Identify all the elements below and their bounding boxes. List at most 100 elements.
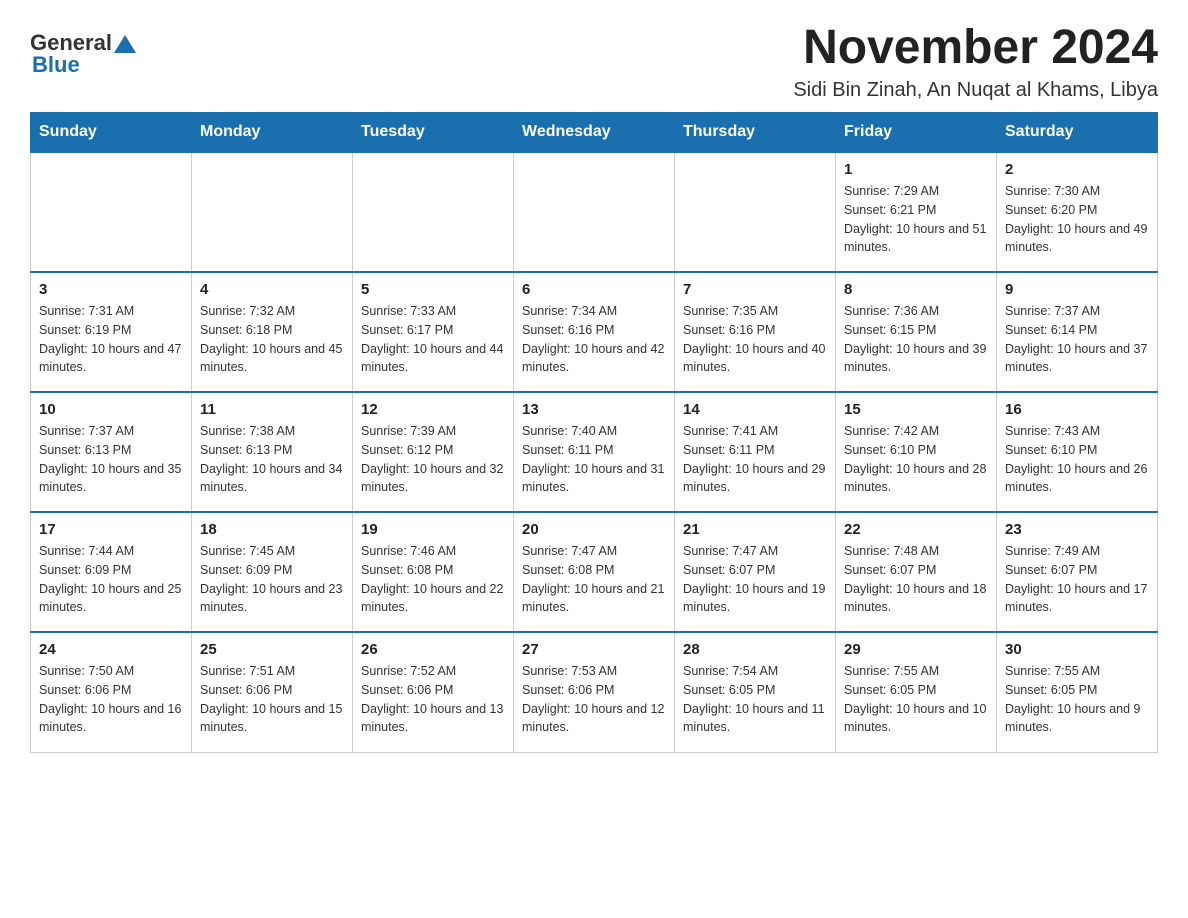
- logo-triangle-icon: [114, 33, 136, 55]
- day-number: 2: [1005, 161, 1149, 178]
- calendar-cell: 6 Sunrise: 7:34 AM Sunset: 6:16 PM Daylig…: [514, 272, 675, 392]
- day-info: Sunrise: 7:45 AM Sunset: 6:09 PM Dayligh…: [200, 542, 344, 617]
- calendar-cell: 11 Sunrise: 7:38 AM Sunset: 6:13 PM Dayli…: [192, 392, 353, 512]
- day-info: Sunrise: 7:42 AM Sunset: 6:10 PM Dayligh…: [844, 422, 988, 497]
- calendar-week-row: 17 Sunrise: 7:44 AM Sunset: 6:09 PM Dayli…: [31, 512, 1158, 632]
- calendar-cell: 15 Sunrise: 7:42 AM Sunset: 6:10 PM Dayli…: [836, 392, 997, 512]
- calendar-week-row: 10 Sunrise: 7:37 AM Sunset: 6:13 PM Dayli…: [31, 392, 1158, 512]
- day-info: Sunrise: 7:47 AM Sunset: 6:07 PM Dayligh…: [683, 542, 827, 617]
- day-number: 6: [522, 281, 666, 298]
- day-number: 8: [844, 281, 988, 298]
- day-info: Sunrise: 7:41 AM Sunset: 6:11 PM Dayligh…: [683, 422, 827, 497]
- logo: General Blue: [30, 30, 136, 78]
- day-number: 25: [200, 641, 344, 658]
- day-info: Sunrise: 7:47 AM Sunset: 6:08 PM Dayligh…: [522, 542, 666, 617]
- calendar-cell: 18Sunrise: 7:45 AM Sunset: 6:09 PM Dayli…: [192, 512, 353, 632]
- calendar-cell: 19 Sunrise: 7:46 AM Sunset: 6:08 PM Dayli…: [353, 512, 514, 632]
- day-info: Sunrise: 7:32 AM Sunset: 6:18 PM Dayligh…: [200, 302, 344, 377]
- day-info: Sunrise: 7:54 AM Sunset: 6:05 PM Dayligh…: [683, 662, 827, 737]
- day-info: Sunrise: 7:30 AM Sunset: 6:20 PM Dayligh…: [1005, 182, 1149, 257]
- day-info: Sunrise: 7:44 AM Sunset: 6:09 PM Dayligh…: [39, 542, 183, 617]
- day-info: Sunrise: 7:46 AM Sunset: 6:08 PM Dayligh…: [361, 542, 505, 617]
- day-info: Sunrise: 7:55 AM Sunset: 6:05 PM Dayligh…: [844, 662, 988, 737]
- day-number: 20: [522, 521, 666, 538]
- calendar-cell: [192, 152, 353, 272]
- day-info: Sunrise: 7:40 AM Sunset: 6:11 PM Dayligh…: [522, 422, 666, 497]
- calendar-cell: 22Sunrise: 7:48 AM Sunset: 6:07 PM Dayli…: [836, 512, 997, 632]
- calendar-cell: 1 Sunrise: 7:29 AM Sunset: 6:21 PM Daylig…: [836, 152, 997, 272]
- calendar-cell: 8 Sunrise: 7:36 AM Sunset: 6:15 PM Daylig…: [836, 272, 997, 392]
- calendar-cell: 28 Sunrise: 7:54 AM Sunset: 6:05 PM Dayli…: [675, 632, 836, 752]
- day-number: 14: [683, 401, 827, 418]
- calendar-cell: 23Sunrise: 7:49 AM Sunset: 6:07 PM Dayli…: [997, 512, 1158, 632]
- calendar-cell: 3 Sunrise: 7:31 AM Sunset: 6:19 PM Daylig…: [31, 272, 192, 392]
- day-info: Sunrise: 7:29 AM Sunset: 6:21 PM Dayligh…: [844, 182, 988, 257]
- weekday-header-saturday: Saturday: [997, 113, 1158, 153]
- month-title: November 2024: [793, 20, 1158, 75]
- calendar-cell: 10 Sunrise: 7:37 AM Sunset: 6:13 PM Dayli…: [31, 392, 192, 512]
- day-info: Sunrise: 7:34 AM Sunset: 6:16 PM Dayligh…: [522, 302, 666, 377]
- day-info: Sunrise: 7:39 AM Sunset: 6:12 PM Dayligh…: [361, 422, 505, 497]
- day-info: Sunrise: 7:37 AM Sunset: 6:13 PM Dayligh…: [39, 422, 183, 497]
- weekday-header-thursday: Thursday: [675, 113, 836, 153]
- title-block: November 2024 Sidi Bin Zinah, An Nuqat a…: [793, 20, 1158, 102]
- calendar-cell: 5 Sunrise: 7:33 AM Sunset: 6:17 PM Daylig…: [353, 272, 514, 392]
- day-number: 11: [200, 401, 344, 418]
- day-number: 5: [361, 281, 505, 298]
- day-info: Sunrise: 7:37 AM Sunset: 6:14 PM Dayligh…: [1005, 302, 1149, 377]
- calendar-cell: [675, 152, 836, 272]
- day-number: 10: [39, 401, 183, 418]
- calendar-cell: 27 Sunrise: 7:53 AM Sunset: 6:06 PM Dayli…: [514, 632, 675, 752]
- day-info: Sunrise: 7:49 AM Sunset: 6:07 PM Dayligh…: [1005, 542, 1149, 617]
- location-subtitle: Sidi Bin Zinah, An Nuqat al Khams, Libya: [793, 79, 1158, 102]
- calendar-table: SundayMondayTuesdayWednesdayThursdayFrid…: [30, 112, 1158, 753]
- logo-blue-text: Blue: [32, 52, 80, 78]
- day-number: 16: [1005, 401, 1149, 418]
- day-number: 17: [39, 521, 183, 538]
- calendar-cell: [31, 152, 192, 272]
- calendar-cell: 26Sunrise: 7:52 AM Sunset: 6:06 PM Dayli…: [353, 632, 514, 752]
- day-info: Sunrise: 7:38 AM Sunset: 6:13 PM Dayligh…: [200, 422, 344, 497]
- weekday-header-wednesday: Wednesday: [514, 113, 675, 153]
- day-number: 15: [844, 401, 988, 418]
- calendar-cell: 14 Sunrise: 7:41 AM Sunset: 6:11 PM Dayli…: [675, 392, 836, 512]
- day-number: 27: [522, 641, 666, 658]
- calendar-cell: 24Sunrise: 7:50 AM Sunset: 6:06 PM Dayli…: [31, 632, 192, 752]
- calendar-cell: 20 Sunrise: 7:47 AM Sunset: 6:08 PM Dayli…: [514, 512, 675, 632]
- day-info: Sunrise: 7:35 AM Sunset: 6:16 PM Dayligh…: [683, 302, 827, 377]
- calendar-cell: [514, 152, 675, 272]
- day-info: Sunrise: 7:36 AM Sunset: 6:15 PM Dayligh…: [844, 302, 988, 377]
- calendar-cell: 13Sunrise: 7:40 AM Sunset: 6:11 PM Dayli…: [514, 392, 675, 512]
- calendar-cell: 12 Sunrise: 7:39 AM Sunset: 6:12 PM Dayli…: [353, 392, 514, 512]
- day-number: 29: [844, 641, 988, 658]
- day-number: 3: [39, 281, 183, 298]
- day-info: Sunrise: 7:50 AM Sunset: 6:06 PM Dayligh…: [39, 662, 183, 737]
- day-number: 28: [683, 641, 827, 658]
- calendar-week-row: 24Sunrise: 7:50 AM Sunset: 6:06 PM Dayli…: [31, 632, 1158, 752]
- day-number: 12: [361, 401, 505, 418]
- calendar-cell: 29 Sunrise: 7:55 AM Sunset: 6:05 PM Dayli…: [836, 632, 997, 752]
- day-info: Sunrise: 7:55 AM Sunset: 6:05 PM Dayligh…: [1005, 662, 1149, 737]
- day-number: 26: [361, 641, 505, 658]
- day-number: 4: [200, 281, 344, 298]
- day-info: Sunrise: 7:33 AM Sunset: 6:17 PM Dayligh…: [361, 302, 505, 377]
- day-number: 22: [844, 521, 988, 538]
- calendar-cell: 9 Sunrise: 7:37 AM Sunset: 6:14 PM Daylig…: [997, 272, 1158, 392]
- day-number: 9: [1005, 281, 1149, 298]
- weekday-header-friday: Friday: [836, 113, 997, 153]
- day-number: 1: [844, 161, 988, 178]
- calendar-cell: 25 Sunrise: 7:51 AM Sunset: 6:06 PM Dayli…: [192, 632, 353, 752]
- day-info: Sunrise: 7:51 AM Sunset: 6:06 PM Dayligh…: [200, 662, 344, 737]
- calendar-cell: 4 Sunrise: 7:32 AM Sunset: 6:18 PM Daylig…: [192, 272, 353, 392]
- calendar-cell: 16Sunrise: 7:43 AM Sunset: 6:10 PM Dayli…: [997, 392, 1158, 512]
- day-info: Sunrise: 7:31 AM Sunset: 6:19 PM Dayligh…: [39, 302, 183, 377]
- day-info: Sunrise: 7:53 AM Sunset: 6:06 PM Dayligh…: [522, 662, 666, 737]
- day-number: 19: [361, 521, 505, 538]
- day-number: 30: [1005, 641, 1149, 658]
- weekday-header-monday: Monday: [192, 113, 353, 153]
- weekday-header-tuesday: Tuesday: [353, 113, 514, 153]
- calendar-week-row: 3 Sunrise: 7:31 AM Sunset: 6:19 PM Daylig…: [31, 272, 1158, 392]
- calendar-cell: 21Sunrise: 7:47 AM Sunset: 6:07 PM Dayli…: [675, 512, 836, 632]
- calendar-week-row: 1 Sunrise: 7:29 AM Sunset: 6:21 PM Daylig…: [31, 152, 1158, 272]
- calendar-header-row: SundayMondayTuesdayWednesdayThursdayFrid…: [31, 113, 1158, 153]
